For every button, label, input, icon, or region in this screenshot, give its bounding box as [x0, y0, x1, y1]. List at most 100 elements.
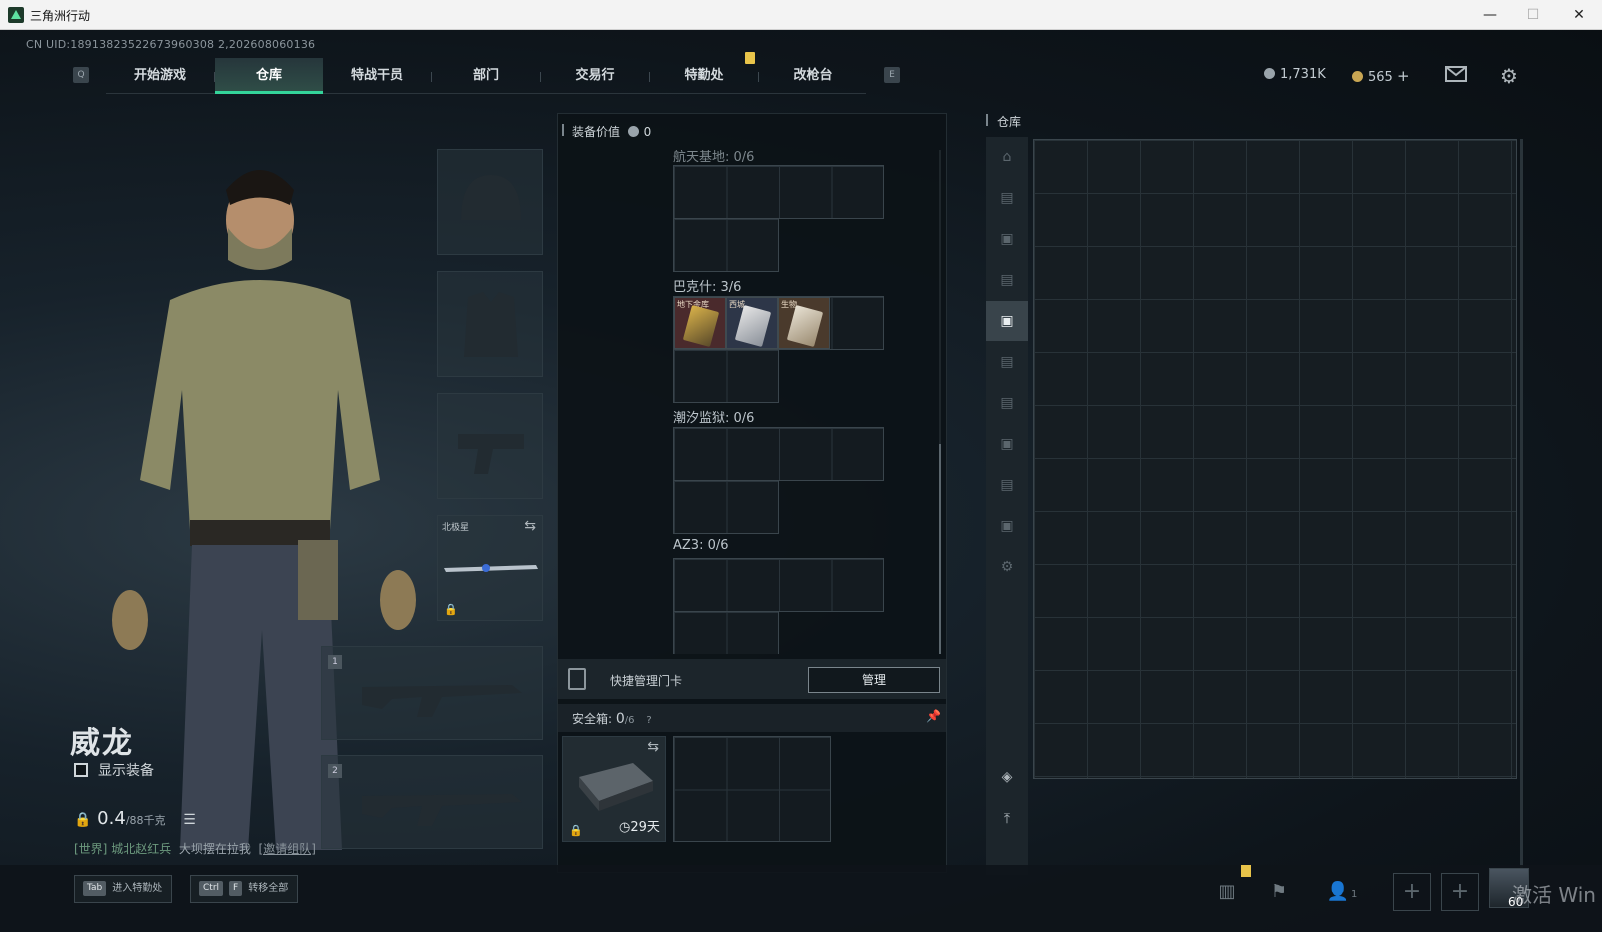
tab-special-ops[interactable]: 特勤处 [650, 58, 758, 94]
slot-number: 2 [328, 764, 342, 778]
pin-icon[interactable]: 📌 [926, 709, 941, 723]
show-equipment-label: 显示装备 [98, 763, 154, 779]
layers-icon[interactable]: ◈ [986, 757, 1028, 797]
clock-icon: ◷ [619, 820, 631, 835]
keycard-grid[interactable] [673, 349, 779, 403]
keycard-grid[interactable] [673, 558, 884, 612]
safebox-item[interactable]: ⇆ 🔒 ◷29天 [562, 736, 666, 842]
primary-weapon-slot-1[interactable]: 1 [321, 646, 543, 740]
keycard-icon [682, 304, 720, 348]
pistol-slot[interactable] [437, 393, 543, 499]
silver-amount: 1,731K [1280, 67, 1326, 82]
warehouse-tab-icon[interactable]: ▤ [986, 260, 1028, 300]
warehouse-settings-icon[interactable]: ⚙ [986, 547, 1028, 587]
flag-icon[interactable]: ⚑ [1264, 877, 1294, 907]
tab-start-game[interactable]: 开始游戏 [106, 58, 214, 94]
warehouse-all-icon[interactable]: ⌂ [986, 137, 1028, 177]
warehouse-tab-icon[interactable]: ▤ [986, 178, 1028, 218]
notification-badge [745, 52, 755, 64]
tab-department[interactable]: 部门 [432, 58, 540, 94]
carry-weight: 🔒 0.4/88千克 ☰ [74, 808, 196, 829]
section-label: 巴克什: 3/6 [673, 280, 742, 295]
app-icon [8, 7, 24, 23]
window-titlebar: 三角洲行动 — ☐ ✕ [0, 0, 1602, 30]
primary-weapon-slot-2[interactable]: 2 [321, 755, 543, 849]
warehouse-tab-icon[interactable]: ▤ [986, 383, 1028, 423]
mail-icon[interactable] [1445, 66, 1467, 86]
window-title: 三角洲行动 [30, 9, 91, 23]
warehouse-tab-icon[interactable]: ▣ [986, 219, 1028, 259]
invite-slot-button[interactable]: + [1393, 873, 1431, 911]
rifle-icon [362, 794, 522, 826]
quick-manage-bar: 快捷管理门卡 管理 [558, 659, 946, 699]
keycard-grid[interactable]: 地下金库 西城 生物 [673, 296, 884, 350]
warehouse-tab-icon[interactable]: ▣ [986, 506, 1028, 546]
character-name: 威龙 [70, 726, 134, 761]
keycard-grid[interactable] [673, 165, 884, 219]
keycard-item[interactable]: 生物 [778, 297, 830, 349]
notification-badge [1241, 865, 1251, 877]
tab-trading[interactable]: 交易行 [541, 58, 649, 94]
safebox-grid[interactable] [673, 736, 831, 842]
keycard-grid[interactable] [673, 218, 779, 272]
pistol-icon [458, 434, 524, 474]
keycard-grid[interactable] [673, 427, 884, 481]
show-equipment-checkbox[interactable] [74, 763, 88, 777]
rifle-icon [362, 685, 522, 717]
activation-watermark: 激活 Win [1512, 883, 1596, 907]
warehouse-grid[interactable] [1033, 139, 1517, 779]
helmet-slot[interactable] [437, 149, 543, 255]
invite-slot-button[interactable]: + [1441, 873, 1479, 911]
keycard-icon [734, 304, 772, 348]
equip-value: 装备价值 0 [572, 123, 651, 140]
warehouse-tab-icon[interactable]: ▣ [986, 424, 1028, 464]
section-label: AZ3: 0/6 [673, 538, 729, 553]
minimize-button[interactable]: — [1470, 4, 1510, 26]
armor-icon [464, 292, 518, 357]
safebox-title: 安全箱: [572, 712, 613, 726]
weight-value: 0.4 [97, 808, 126, 829]
keycard-list[interactable]: 航天基地: 0/6 巴克什: 3/6 地下金库 西城 生物 潮汐监狱: 0/6 … [558, 150, 933, 654]
manage-button[interactable]: 管理 [808, 667, 940, 693]
keycard-grid[interactable] [673, 480, 779, 534]
show-equipment-toggle[interactable]: 显示装备 [74, 760, 154, 780]
game-view: CN UID:18913823522673960308 2,2026080601… [0, 30, 1602, 932]
maximize-button[interactable]: ☐ [1513, 4, 1553, 26]
keycard-grid[interactable] [673, 611, 779, 654]
warehouse-tab-icon[interactable]: ▤ [986, 342, 1028, 382]
weight-unit: /88千克 [125, 814, 166, 827]
tab-gunsmith[interactable]: 改枪台 [759, 58, 867, 94]
warehouse-scrollbar[interactable] [1520, 139, 1523, 875]
close-button[interactable]: ✕ [1559, 4, 1599, 26]
keycard-item[interactable]: 西城 [726, 297, 778, 349]
lock-icon: 🔒 [74, 812, 92, 828]
chat-user[interactable]: 城北赵红兵 [111, 842, 171, 856]
safebox-days: 29天 [630, 820, 660, 835]
friends-icon[interactable]: 👤 1 [1320, 877, 1364, 907]
uid-text: CN UID:18913823522673960308 2,2026080601… [26, 38, 316, 51]
add-currency-button[interactable]: + [1397, 67, 1410, 85]
tab-warehouse[interactable]: 仓库 [215, 58, 323, 94]
safebox-header: 安全箱: 0/6 ? 📌 [558, 704, 946, 732]
chat-invite-link[interactable]: [邀请组队] [259, 842, 316, 856]
armor-slot[interactable] [437, 271, 543, 377]
swap-icon[interactable]: ⇆ [524, 518, 536, 534]
warehouse-tab-icon[interactable]: ▣ [986, 301, 1028, 341]
keycard-item[interactable]: 地下金库 [674, 297, 726, 349]
transfer-all-hint[interactable]: Ctrl F 转移全部 [190, 875, 298, 903]
expand-icon[interactable]: ⤒ [986, 799, 1028, 839]
friends-count: 1 [1351, 889, 1358, 900]
melee-slot[interactable]: 北极星 ⇆ 🔒 [437, 515, 543, 621]
list-icon[interactable]: ☰ [183, 812, 196, 828]
settings-gear-icon[interactable]: ⚙ [1500, 64, 1518, 88]
nav-prev-key[interactable]: Q [73, 67, 89, 83]
stats-icon[interactable]: ▥ [1212, 877, 1242, 907]
special-ops-hint[interactable]: Tab 进入特勤处 [74, 875, 172, 903]
help-icon[interactable]: ? [646, 715, 651, 726]
silver-currency: 1,731K [1264, 67, 1326, 82]
warehouse-tab-icon[interactable]: ▤ [986, 465, 1028, 505]
nav-next-key[interactable]: E [884, 67, 900, 83]
swap-icon[interactable]: ⇆ [647, 739, 659, 755]
tab-operators[interactable]: 特战干员 [323, 58, 431, 94]
scrollbar-thumb[interactable] [939, 444, 941, 654]
